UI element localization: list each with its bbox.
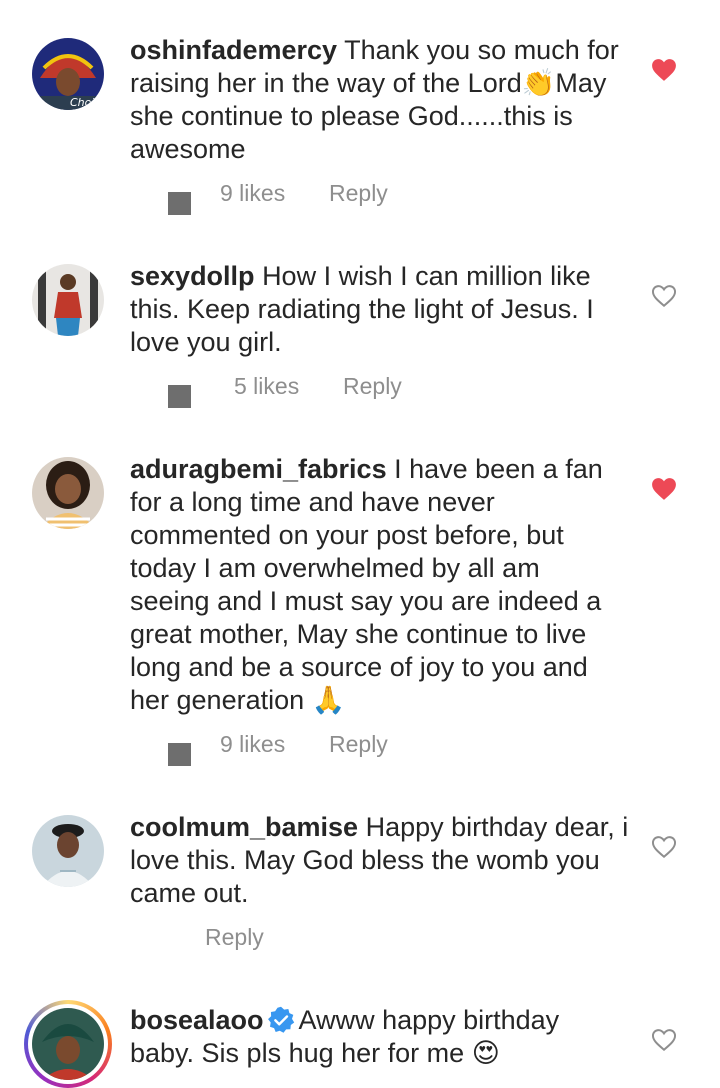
reply-button[interactable]: Reply: [205, 924, 264, 951]
reply-button[interactable]: Reply: [343, 373, 402, 400]
story-ring[interactable]: [24, 1000, 112, 1088]
comment-body: I have been a fan for a long time and ha…: [130, 454, 603, 715]
avatar[interactable]: [32, 815, 104, 887]
heart-eyes-emoji: 😍: [471, 1038, 500, 1069]
comment-text: sexydollp How I wish I can million like …: [130, 260, 630, 359]
reply-button[interactable]: Reply: [329, 180, 388, 207]
placeholder-square-icon: [168, 385, 191, 408]
comment-username[interactable]: coolmum_bamise: [130, 812, 358, 842]
likes-count[interactable]: 5 likes: [234, 373, 299, 400]
comment-username[interactable]: aduragbemi_fabrics: [130, 454, 387, 484]
reply-button[interactable]: Reply: [329, 731, 388, 758]
placeholder-square-icon: [168, 743, 191, 766]
comment-username[interactable]: sexydollp: [130, 261, 255, 291]
likes-count[interactable]: 9 likes: [220, 731, 285, 758]
avatar[interactable]: [32, 457, 104, 529]
clapping-hands-emoji: 👏: [521, 68, 556, 99]
comment-username[interactable]: oshinfademercy: [130, 35, 337, 65]
comment-text: aduragbemi_fabrics I have been a fan for…: [130, 453, 620, 717]
heart-outline-icon[interactable]: [651, 284, 677, 308]
heart-filled-icon[interactable]: [651, 58, 677, 82]
heart-outline-icon[interactable]: [651, 835, 677, 859]
avatar[interactable]: [32, 264, 104, 336]
verified-badge-icon: [267, 1006, 294, 1033]
placeholder-square-icon: [168, 192, 191, 215]
likes-count[interactable]: 9 likes: [220, 180, 285, 207]
svg-text:Choice: Choice: [70, 96, 104, 109]
avatar[interactable]: Choice: [32, 38, 104, 110]
comment-username[interactable]: bosealaoo: [130, 1005, 264, 1035]
comment-text: coolmum_bamise Happy birthday dear, i lo…: [130, 811, 630, 910]
comment-text: oshinfademercy Thank you so much for rai…: [130, 34, 630, 166]
comment-text: bosealaoo Awww happy birthday baby. Sis p…: [130, 1004, 630, 1070]
heart-outline-icon[interactable]: [651, 1028, 677, 1052]
avatar[interactable]: [32, 1008, 104, 1080]
heart-filled-icon[interactable]: [651, 477, 677, 501]
folded-hands-emoji: 🙏: [311, 685, 346, 716]
